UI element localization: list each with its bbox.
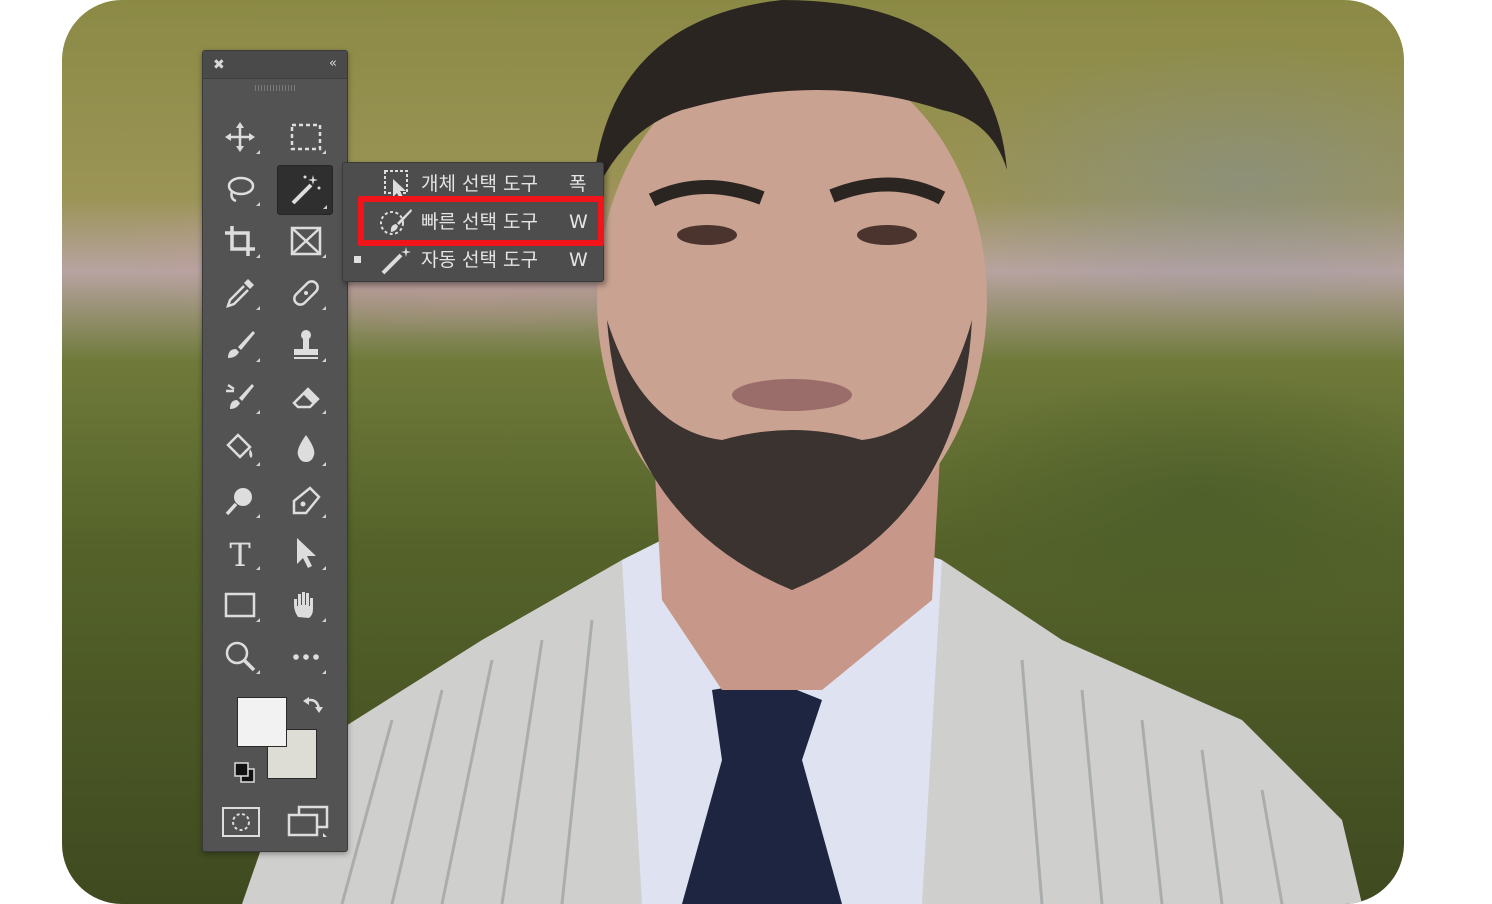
crop-tool[interactable] [215, 219, 265, 263]
more-tools[interactable] [281, 635, 331, 679]
more-icon [293, 654, 319, 660]
foreground-color-swatch[interactable] [237, 697, 287, 747]
flyout-item-shortcut: W [569, 249, 588, 271]
tools-panel: ✖ « T [202, 50, 348, 852]
flyout-item-label: 개체 선택 도구 [421, 173, 538, 195]
rectangle-icon [224, 592, 256, 618]
dodge-icon [225, 488, 252, 516]
svg-text:T: T [229, 536, 251, 571]
magic-wand-tool[interactable] [277, 165, 333, 215]
dodge-tool[interactable] [215, 479, 265, 523]
zoom-icon [225, 641, 256, 672]
healing-brush-tool[interactable] [281, 271, 331, 315]
eyedropper-tool[interactable] [215, 271, 265, 315]
clone-stamp-tool[interactable] [281, 323, 331, 367]
object-selection-icon [384, 170, 408, 199]
rectangle-tool[interactable] [215, 583, 265, 627]
flyout-item-shortcut: 폭 [569, 173, 587, 195]
hand-icon [294, 592, 313, 618]
hand-tool[interactable] [281, 583, 331, 627]
screen-mode-icon[interactable] [285, 803, 331, 841]
brush-icon [228, 331, 255, 358]
move-tool[interactable] [215, 115, 265, 159]
eraser-icon [292, 387, 320, 409]
flyout-item-magic-wand[interactable]: 자동 선택 도구 W [343, 241, 603, 279]
stamp-icon [294, 330, 318, 359]
lasso-icon [227, 176, 255, 203]
path-selection-tool[interactable] [281, 531, 331, 575]
selected-indicator [354, 256, 361, 263]
bandage-icon [293, 280, 319, 306]
frame-icon [290, 226, 322, 256]
panel-grip[interactable] [255, 85, 295, 91]
arrow-icon [297, 538, 316, 568]
quick-mask-icon[interactable] [221, 805, 261, 839]
type-icon: T [229, 536, 251, 571]
paint-bucket-icon [226, 433, 253, 459]
crop-icon [225, 226, 255, 256]
pen-icon [292, 486, 321, 515]
magic-wand-icon [381, 247, 411, 275]
pen-tool[interactable] [281, 479, 331, 523]
blur-tool[interactable] [281, 427, 331, 471]
drop-icon [297, 435, 315, 462]
move-icon [225, 122, 255, 152]
flyout-item-label: 자동 선택 도구 [421, 249, 538, 271]
history-brush-icon [226, 383, 254, 409]
highlight-box [358, 196, 604, 246]
type-tool[interactable]: T [215, 531, 265, 575]
close-icon[interactable]: ✖ [213, 57, 225, 73]
paint-bucket-tool[interactable] [215, 427, 265, 471]
marquee-tool[interactable] [281, 115, 331, 159]
brush-tool[interactable] [215, 323, 265, 367]
swap-colors-icon[interactable] [301, 693, 325, 717]
default-colors-icon[interactable] [233, 761, 257, 785]
magic-wand-icon [291, 175, 321, 205]
collapse-icon[interactable]: « [329, 56, 337, 72]
eraser-tool[interactable] [281, 375, 331, 419]
lasso-tool[interactable] [215, 167, 265, 211]
eyedropper-icon [226, 279, 254, 308]
panel-header[interactable]: ✖ « [203, 51, 347, 79]
zoom-tool[interactable] [215, 635, 265, 679]
frame-tool[interactable] [281, 219, 331, 263]
marquee-icon [290, 123, 322, 151]
history-brush-tool[interactable] [215, 375, 265, 419]
